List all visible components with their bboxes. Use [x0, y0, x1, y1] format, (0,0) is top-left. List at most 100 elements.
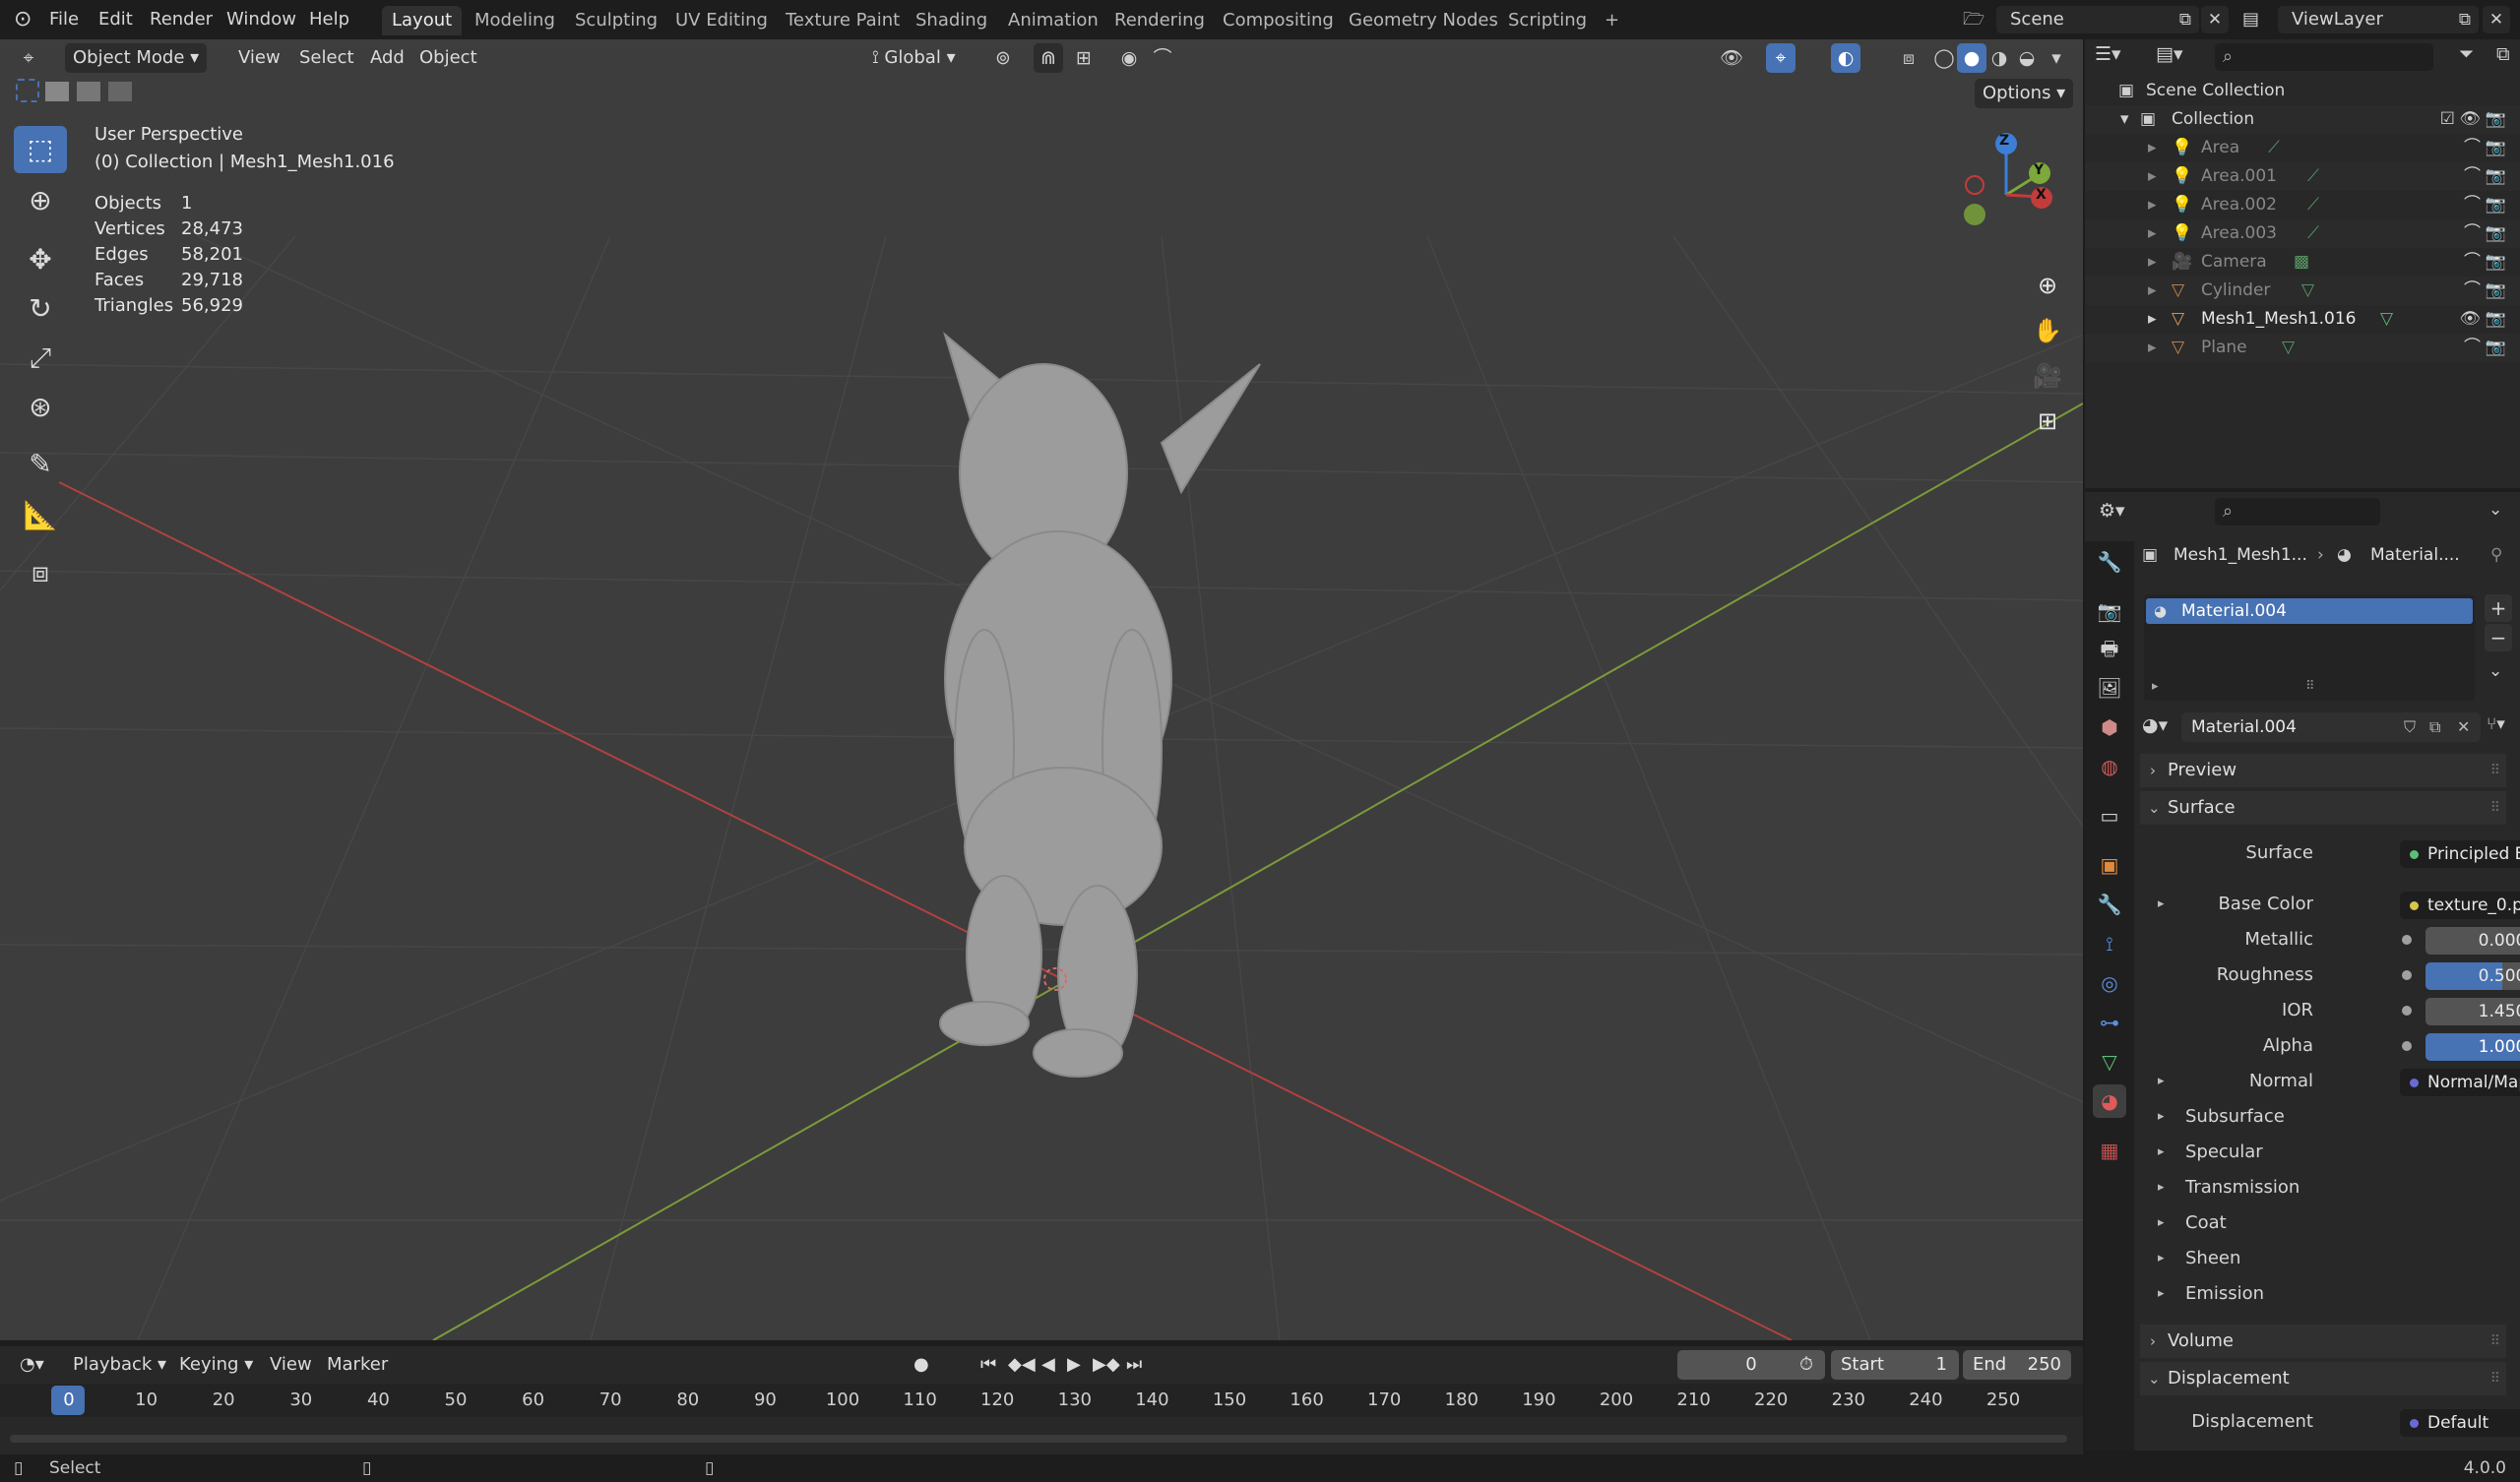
tab-modeling[interactable]: Modeling — [465, 6, 565, 35]
material-shading-icon[interactable]: ◑ — [1984, 43, 2014, 73]
select-subtract-icon[interactable] — [77, 82, 100, 101]
tab-texture-paint[interactable]: Texture Paint — [776, 6, 910, 35]
fake-user-shield-icon[interactable]: ⛉ — [2404, 712, 2416, 742]
xray-icon[interactable]: ⧈ — [1894, 43, 1923, 73]
volume-panel-header[interactable]: › Volume ⠿ — [2140, 1325, 2506, 1358]
drag-handle-icon[interactable]: ⠿ — [2490, 1362, 2500, 1395]
tab-geometry-nodes[interactable]: Geometry Nodes — [1339, 6, 1508, 35]
zoom-icon[interactable]: ⊕ — [2028, 266, 2067, 305]
viewlayer-field[interactable]: ViewLayer — [2278, 6, 2461, 33]
outliner-editor-icon[interactable]: ☰▾ — [2095, 43, 2121, 65]
select-box-icon[interactable] — [16, 79, 39, 102]
world-tab-icon[interactable]: ◍ — [2093, 750, 2126, 783]
render-camera-icon[interactable]: 📷 — [2486, 162, 2506, 191]
keying-menu[interactable]: Keying ▾ — [173, 1350, 259, 1380]
output-tab-icon[interactable]: 🖶 — [2093, 632, 2126, 665]
select-mode-buttons[interactable] — [16, 79, 152, 104]
hidden-eye-icon[interactable]: ⌒ — [2464, 191, 2481, 219]
tab-layout[interactable]: Layout — [382, 6, 463, 35]
material-name-field[interactable]: Material.004 ⛉ ⧉ ✕ — [2181, 712, 2481, 742]
measure-tool-icon[interactable]: 📐 — [14, 492, 67, 539]
drag-handle-icon[interactable]: ⠿ — [2490, 791, 2500, 825]
viewlayer-icon[interactable]: ▤ — [2236, 6, 2265, 33]
new-viewlayer-icon[interactable]: ⧉ — [2451, 6, 2479, 33]
displacement-panel-header[interactable]: ⌄ Displacement ⠿ — [2140, 1362, 2506, 1395]
render-camera-icon[interactable]: 📷 — [2486, 305, 2506, 334]
add-slot-icon[interactable]: + — [2485, 594, 2512, 622]
blender-logo-icon[interactable]: ⊙ — [8, 6, 37, 33]
expand-arrow-icon[interactable]: ▸ — [2158, 1067, 2165, 1096]
render-camera-icon[interactable]: 📷 — [2486, 248, 2506, 277]
menu-help[interactable]: Help — [303, 6, 355, 33]
record-icon[interactable]: ● — [908, 1350, 935, 1380]
outliner-collection[interactable]: ▾ ▣ Collection ☑ 👁 📷 — [2085, 105, 2520, 134]
ortho-grid-icon[interactable]: ⊞ — [2028, 401, 2067, 441]
end-frame-field[interactable]: End 250 — [1963, 1350, 2071, 1380]
falloff-icon[interactable]: ⌒ — [1148, 43, 1177, 73]
orientation-dropdown[interactable]: ⟟ Global ▾ — [864, 43, 964, 73]
playback-menu[interactable]: Playback ▾ — [67, 1350, 172, 1380]
play-reverse-icon[interactable]: ◀ — [1036, 1350, 1061, 1380]
subpanel-transmission[interactable]: ▸ Transmission — [2140, 1173, 2520, 1203]
tab-uv-editing[interactable]: UV Editing — [665, 6, 778, 35]
displacement-field[interactable]: Default — [2400, 1409, 2520, 1437]
wireframe-shading-icon[interactable]: ◯ — [1929, 43, 1959, 73]
object-tab-icon[interactable]: ▣ — [2093, 848, 2126, 882]
material-browse-icon[interactable]: ◕▾ — [2142, 714, 2168, 736]
tab-sculpting[interactable]: Sculpting — [565, 6, 667, 35]
expand-arrow-icon[interactable]: ▸ — [2148, 334, 2157, 362]
options-dropdown[interactable]: Options ▾ — [1975, 79, 2074, 108]
outliner-search-input[interactable]: ⌕ — [2215, 43, 2433, 71]
transform-tool-icon[interactable]: ⊛ — [14, 384, 67, 431]
add-cube-tool-icon[interactable]: ⧈ — [14, 549, 67, 596]
marker-menu[interactable]: Marker — [321, 1350, 394, 1380]
render-camera-icon[interactable]: 📷 — [2486, 191, 2506, 219]
editor-type-icon[interactable]: ⌖ — [14, 43, 43, 73]
filter-icon[interactable]: ⏷ — [2459, 43, 2474, 65]
resize-handle-icon[interactable]: ⠿ — [2305, 679, 2315, 694]
base-color-field[interactable]: texture_0.png — [2400, 892, 2520, 919]
tab-compositing[interactable]: Compositing — [1213, 6, 1344, 35]
expand-arrow-icon[interactable]: ▸ — [2148, 248, 2157, 277]
gizmo-toggle-icon[interactable]: ⌖ — [1766, 43, 1796, 73]
eye-icon[interactable]: 👁 — [2459, 105, 2481, 134]
display-mode-icon[interactable]: ▤▾ — [2156, 43, 2183, 65]
checkbox-icon[interactable]: ☑ — [2440, 105, 2455, 134]
surface-panel-header[interactable]: ⌄ Surface ⠿ — [2140, 791, 2506, 825]
expand-arrow-icon[interactable]: ▸ — [2148, 134, 2157, 162]
collection-tab-icon[interactable]: ▭ — [2093, 799, 2126, 833]
constraints-tab-icon[interactable]: ⊶ — [2093, 1006, 2126, 1039]
subpanel-subsurface[interactable]: ▸ Subsurface — [2140, 1102, 2520, 1132]
pan-hand-icon[interactable]: ✋ — [2028, 311, 2067, 350]
timeline-scrollbar[interactable] — [10, 1435, 2067, 1443]
expand-arrow-icon[interactable]: ▸ — [2148, 162, 2157, 191]
tab-rendering[interactable]: Rendering — [1104, 6, 1215, 35]
remove-slot-icon[interactable]: − — [2485, 624, 2512, 651]
expand-arrow-icon[interactable]: ▸ — [2148, 277, 2157, 305]
menu-render[interactable]: Render — [144, 6, 219, 33]
new-collection-icon[interactable]: ⧉ — [2496, 43, 2510, 65]
metallic-field[interactable]: 0.000 — [2426, 927, 2520, 955]
tab-shading[interactable]: Shading — [906, 6, 997, 35]
tool-tab-icon[interactable]: 🔧 — [2093, 545, 2126, 579]
outliner-item[interactable]: ▸ 🎥 Camera ▩ ⌒ 📷 — [2085, 248, 2520, 277]
drag-handle-icon[interactable]: ⠿ — [2490, 754, 2500, 787]
play-icon[interactable]: ▶ — [1061, 1350, 1087, 1380]
modifier-tab-icon[interactable]: 🔧 — [2093, 888, 2126, 921]
expand-arrow-icon[interactable]: ▸ — [2148, 191, 2157, 219]
subpanel-emission[interactable]: ▸ Emission — [2140, 1279, 2520, 1309]
render-camera-icon[interactable]: 📷 — [2486, 134, 2506, 162]
rotate-tool-icon[interactable]: ↻ — [14, 285, 67, 333]
data-tab-icon[interactable]: ▽ — [2093, 1045, 2126, 1079]
eye-icon[interactable]: 👁 — [2459, 305, 2481, 334]
expand-arrow-icon[interactable]: ▸ — [2152, 679, 2159, 694]
menu-add[interactable]: Add — [362, 43, 412, 73]
move-tool-icon[interactable]: ✥ — [14, 236, 67, 283]
outliner-item[interactable]: ▸ 💡 Area.001 ⟋ ⌒ 📷 — [2085, 162, 2520, 191]
menu-edit[interactable]: Edit — [93, 6, 139, 33]
expand-arrow-icon[interactable]: ▸ — [2158, 890, 2165, 919]
normal-field[interactable]: Normal/Map — [2400, 1069, 2520, 1096]
scene-icon[interactable]: 🗁 — [1957, 6, 1990, 33]
duplicate-icon[interactable]: ⧉ — [2429, 712, 2440, 742]
delete-scene-icon[interactable]: ✕ — [2201, 6, 2229, 33]
